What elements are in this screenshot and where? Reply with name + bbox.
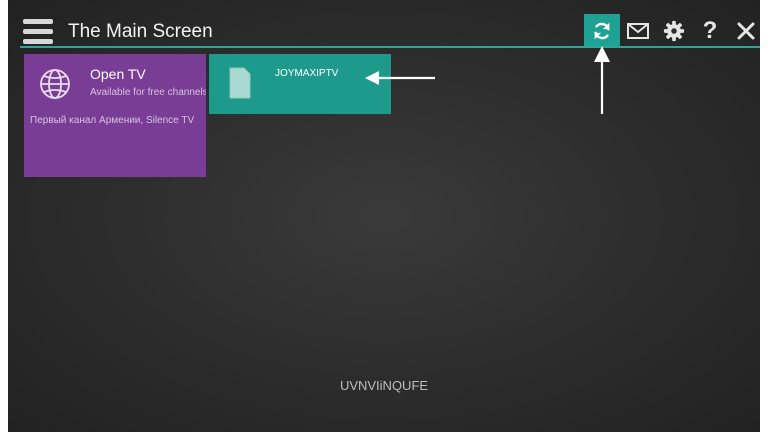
tile-description: Первый канал Армении, Silence TV [30,115,195,126]
refresh-icon [594,22,610,40]
close-icon [737,22,755,40]
mail-icon [627,23,649,39]
menu-icon[interactable] [23,19,53,45]
header-divider [20,46,760,48]
mail-button[interactable] [620,14,656,48]
tile-open-tv[interactable]: Open TV Available for free channels Перв… [24,54,206,177]
annotation-arrow-left [365,71,435,85]
help-icon: ? [702,17,718,44]
footer-code: UVNVIiNQUFE [339,378,429,393]
page-title: The Main Screen [68,21,213,42]
tile-subtitle: Available for free channels [90,87,206,98]
settings-button[interactable] [656,14,692,48]
help-button[interactable]: ? [692,14,728,48]
gear-icon [663,20,685,42]
refresh-button[interactable] [584,14,620,48]
file-icon [229,67,251,99]
main-screen: The Main Screen ? Open TV Available for … [8,0,760,432]
annotation-arrow-up [594,46,610,114]
tile-title: JOYMAXIPTV [275,68,339,79]
close-button[interactable] [728,14,760,48]
globe-icon [40,69,70,99]
tile-title: Open TV [90,66,146,82]
top-bar: The Main Screen ? [8,0,760,48]
